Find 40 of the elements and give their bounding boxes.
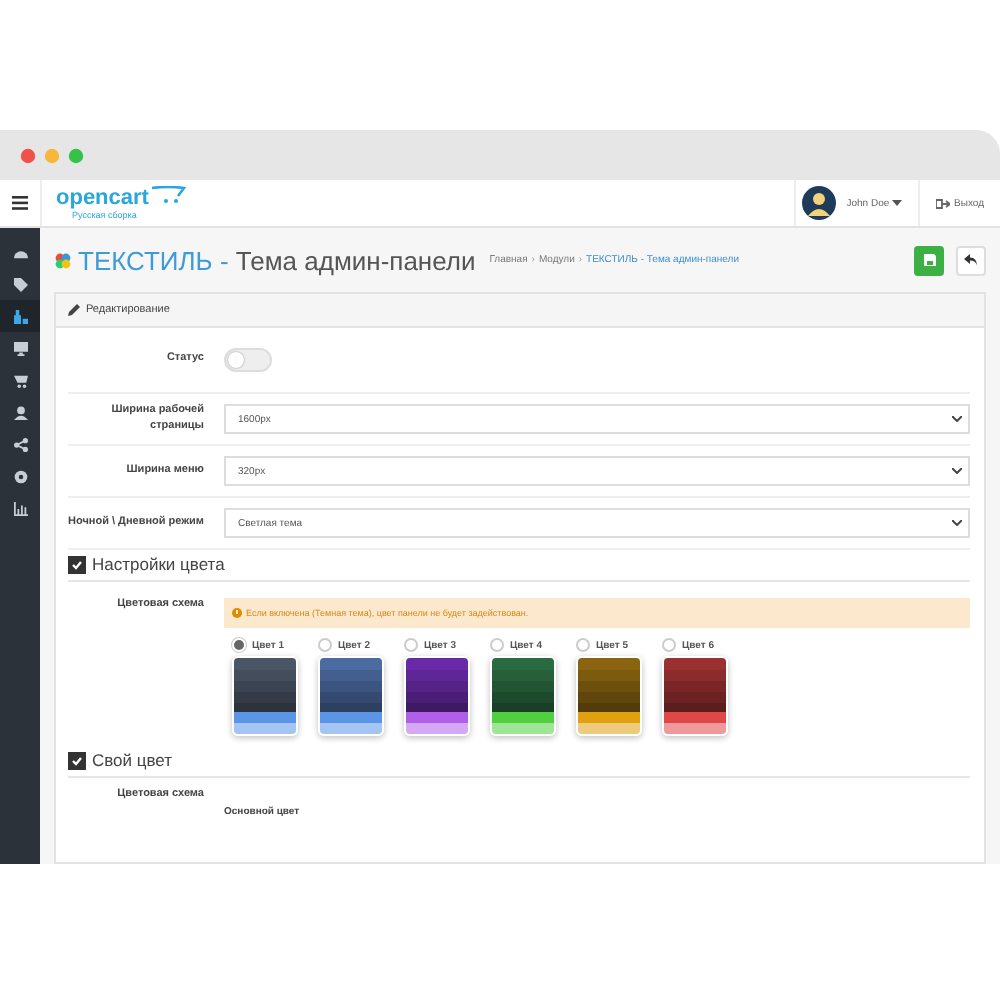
- module-icon: [54, 251, 72, 269]
- section-title: Настройки цвета: [92, 554, 225, 574]
- logout-icon[interactable]: [936, 197, 951, 209]
- radio-button[interactable]: [490, 638, 504, 652]
- radio-button[interactable]: [576, 638, 590, 652]
- marketing-icon[interactable]: [13, 437, 27, 451]
- color-swatch[interactable]: [404, 656, 470, 736]
- menu-icon[interactable]: [12, 196, 28, 210]
- color-swatch[interactable]: [490, 656, 556, 736]
- customers-icon[interactable]: [13, 405, 27, 419]
- chevron-down-icon: [952, 520, 962, 526]
- color-swatch[interactable]: [576, 656, 642, 736]
- extensions-icon[interactable]: [13, 309, 27, 323]
- page-title: ТЕКСТИЛЬ - Тема админ-панели: [78, 245, 476, 275]
- warning-icon: [232, 608, 242, 618]
- color-swatch[interactable]: [318, 656, 384, 736]
- sales-icon[interactable]: [13, 373, 27, 387]
- avatar[interactable]: [802, 186, 837, 220]
- caret-icon: [892, 199, 903, 206]
- save-button[interactable]: [914, 245, 944, 275]
- catalog-icon[interactable]: [13, 277, 27, 291]
- checkbox[interactable]: [68, 751, 86, 769]
- chevron-down-icon: [952, 468, 962, 474]
- pencil-icon: [68, 304, 80, 316]
- back-button[interactable]: [956, 245, 986, 275]
- design-icon[interactable]: [13, 341, 27, 355]
- reports-icon[interactable]: [13, 501, 27, 515]
- reply-arrow-icon: [964, 254, 978, 266]
- color-swatch[interactable]: [232, 656, 298, 736]
- radio-button[interactable]: [404, 638, 418, 652]
- radio-button[interactable]: [318, 638, 332, 652]
- status-toggle[interactable]: [224, 348, 272, 372]
- system-icon[interactable]: [13, 469, 27, 483]
- radio-button[interactable]: [662, 638, 676, 652]
- section-title: Свой цвет: [92, 750, 173, 770]
- color-swatch[interactable]: [662, 656, 728, 736]
- dashboard-icon[interactable]: [13, 245, 27, 259]
- chevron-down-icon: [952, 416, 962, 422]
- window-controls-icon[interactable]: [20, 147, 88, 163]
- checkbox[interactable]: [68, 555, 86, 573]
